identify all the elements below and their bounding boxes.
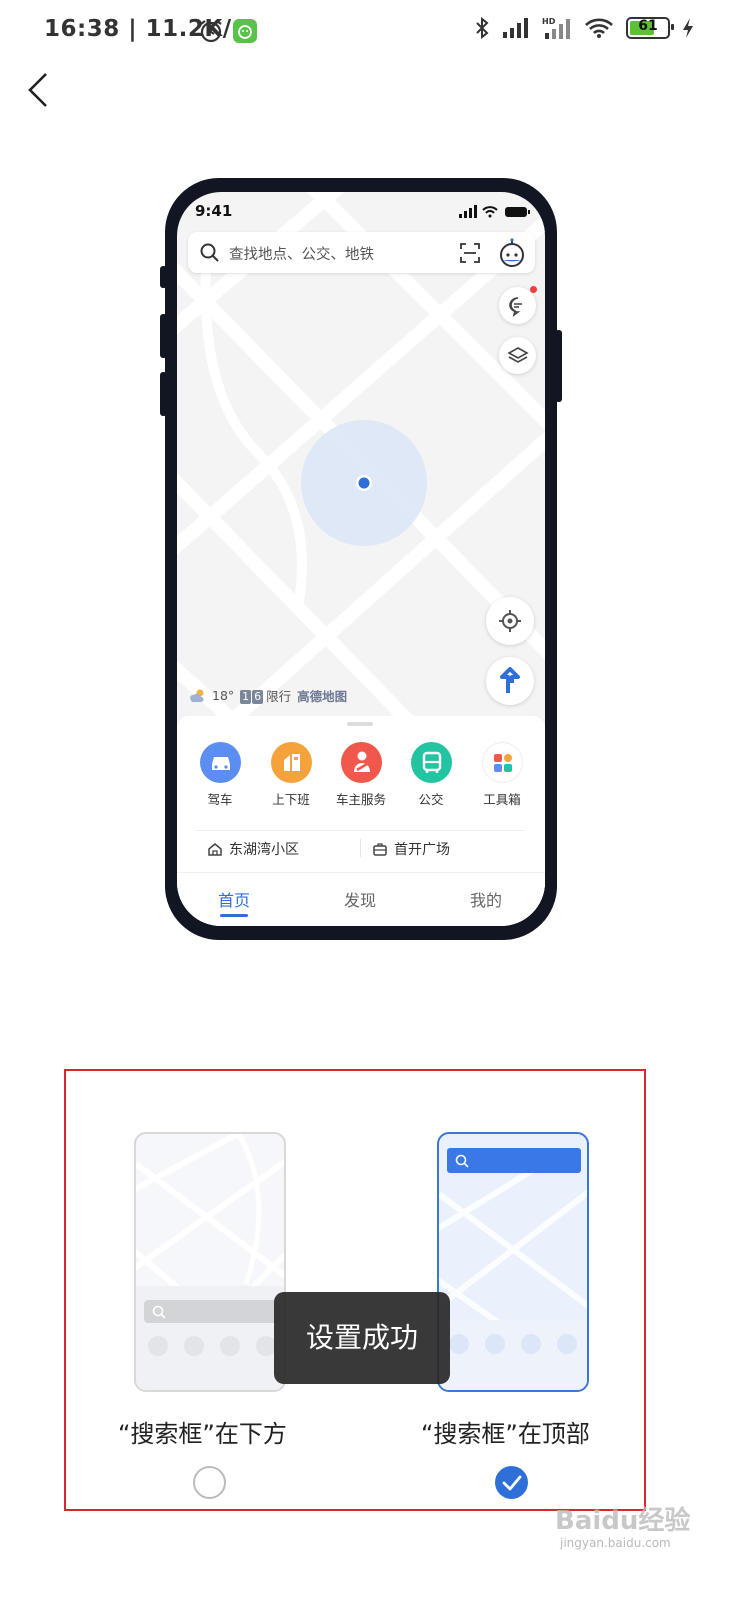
phone-screen-preview: 9:41 查找地点、公交、地铁 18° 16 限行 高德地图 驾车 上下班 车主… (177, 192, 545, 926)
weather-icon (190, 689, 204, 702)
preview-search-bar: 查找地点、公交、地铁 (188, 232, 535, 273)
active-tab-indicator (220, 914, 248, 917)
layers-button (499, 337, 536, 374)
quick-action-toolbox: 工具箱 (470, 742, 534, 808)
bus-icon (410, 742, 452, 783)
divider (360, 839, 361, 857)
scan-icon (460, 243, 480, 263)
drag-handle (347, 722, 373, 726)
wifi-icon (585, 18, 613, 38)
option-search-top-card[interactable] (437, 1132, 589, 1392)
option-search-bottom-card[interactable] (134, 1132, 286, 1392)
navigation-button (486, 657, 534, 705)
app-notification-icon (233, 19, 257, 43)
crosshair-icon (499, 610, 521, 632)
message-button (499, 286, 537, 324)
svg-text:HD: HD (542, 17, 556, 26)
building-icon (270, 742, 312, 783)
place-home: 东湖湾小区 (207, 839, 299, 859)
home-icon (208, 843, 222, 856)
status-icons: HD 61 (474, 16, 694, 40)
assistant-robot-icon (500, 238, 524, 267)
battery-icon: 61 (626, 17, 674, 39)
layers-icon (507, 347, 529, 363)
place-work: 首开广场 (372, 839, 450, 859)
tab-discover: 发现 (343, 891, 376, 910)
favorite-places: 东湖湾小区 首开广场 (195, 830, 525, 861)
back-button[interactable] (20, 68, 60, 112)
notification-dot (530, 286, 537, 293)
restriction-label: 限行 (266, 689, 292, 704)
status-bar: 16:38 | 11.2K/s HD 61 (0, 0, 738, 64)
car-icon (199, 742, 241, 783)
watermark-logo: Baidu经验 (555, 1506, 691, 1536)
quick-action-bus: 公交 (399, 742, 463, 808)
quick-action-commute: 上下班 (259, 742, 323, 808)
preview-time: 9:41 (195, 202, 233, 220)
weather-info: 18° 16 限行 高德地图 (188, 686, 347, 705)
locate-button (486, 597, 534, 645)
quick-action-drive: 驾车 (188, 742, 252, 808)
checkmark-icon (502, 1475, 522, 1491)
bluetooth-icon (476, 16, 489, 40)
person-icon (340, 742, 382, 783)
briefcase-icon (373, 843, 387, 856)
chevron-left-icon (28, 73, 47, 107)
option-bottom-label: “搜索框”在下方 (118, 1420, 287, 1448)
tab-home: 首页 (194, 887, 274, 917)
plate-numbers: 16 (240, 689, 264, 704)
search-icon (152, 1305, 166, 1319)
apps-grid-icon (481, 742, 523, 783)
hd-signal-icon: HD (542, 17, 570, 39)
battery-level: 61 (638, 18, 658, 34)
radio-search-top[interactable] (495, 1466, 528, 1499)
brand-logo: 高德地图 (297, 689, 348, 704)
quick-action-car-owner: 车主服务 (329, 742, 393, 808)
map-thumbnail (439, 1148, 587, 1390)
message-icon (509, 297, 522, 317)
preview-tab-bar: 首页 发现 我的 (177, 872, 545, 926)
search-icon (200, 243, 219, 262)
charging-icon (683, 18, 693, 38)
weather-temp: 18° (212, 688, 235, 703)
alarm-icon (198, 18, 224, 48)
search-placeholder: 查找地点、公交、地铁 (229, 247, 374, 263)
tab-mine: 我的 (469, 891, 502, 910)
search-icon (455, 1154, 469, 1168)
map-thumbnail (136, 1134, 284, 1390)
watermark-url: jingyan.baidu.com (560, 1536, 671, 1550)
route-arrow-icon (500, 667, 520, 693)
option-top-label: “搜索框”在顶部 (421, 1420, 590, 1448)
signal-icon (503, 18, 528, 38)
radio-search-bottom[interactable] (193, 1466, 226, 1499)
preview-status-icons (459, 204, 531, 223)
toast-message: 设置成功 (274, 1292, 450, 1384)
